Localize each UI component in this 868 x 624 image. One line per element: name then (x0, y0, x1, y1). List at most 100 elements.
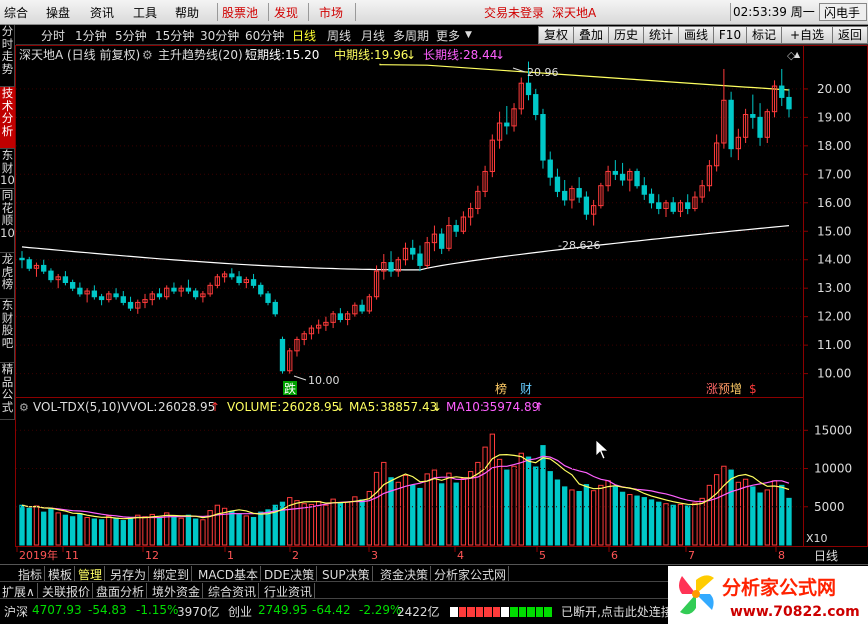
candle-body[interactable] (127, 301, 134, 309)
volume-bar[interactable] (315, 500, 322, 546)
volume-bar[interactable] (460, 477, 467, 546)
volume-bar[interactable] (627, 494, 633, 546)
candle-body[interactable] (41, 264, 47, 272)
volume-bar[interactable] (62, 514, 69, 546)
volume-bar[interactable] (48, 508, 54, 546)
volume-bar[interactable] (533, 466, 539, 546)
overlay-button[interactable]: 叠加 (573, 26, 609, 44)
candle-body[interactable] (120, 296, 126, 303)
volume-bar[interactable] (417, 487, 423, 546)
volume-bar[interactable] (453, 482, 459, 546)
volume-bar[interactable] (713, 474, 720, 546)
volume-bar[interactable] (735, 481, 742, 546)
volume-bar[interactable] (381, 461, 387, 546)
event-marker-yu[interactable]: 预 (718, 382, 730, 396)
candle-body[interactable] (272, 301, 278, 315)
event-marker-zeng[interactable]: 增 (730, 382, 742, 396)
volume-bar[interactable] (540, 445, 546, 546)
volume-bar[interactable] (301, 503, 307, 546)
mark-button[interactable]: 标记 (746, 26, 782, 44)
volume-bar[interactable] (562, 486, 568, 546)
volume-bar[interactable] (243, 515, 249, 546)
candle-body[interactable] (265, 293, 271, 303)
volume-bar[interactable] (19, 504, 25, 546)
candle-body[interactable] (670, 202, 676, 212)
volume-bar[interactable] (692, 502, 698, 546)
candle-body[interactable] (540, 114, 546, 161)
volume-bar[interactable] (656, 501, 662, 546)
candle-body[interactable] (453, 225, 459, 232)
candle-body[interactable] (504, 122, 510, 127)
volume-bar[interactable] (439, 483, 445, 546)
volume-bar[interactable] (113, 517, 119, 546)
volume-bar[interactable] (77, 513, 83, 546)
event-marker-die[interactable]: 跌 (284, 381, 296, 396)
volume-bar[interactable] (120, 520, 126, 546)
candle-body[interactable] (619, 173, 626, 181)
volume-bar[interactable] (677, 503, 684, 546)
menu-item-zonghe[interactable]: 综合 (4, 4, 28, 21)
volume-bar[interactable] (482, 446, 488, 546)
candle-body[interactable] (250, 279, 257, 286)
candle-body[interactable] (98, 296, 105, 301)
candle-body[interactable] (554, 176, 561, 192)
volume-bar[interactable] (69, 516, 76, 546)
adjust-button[interactable]: 复权 (538, 26, 574, 44)
volume-bar[interactable] (229, 510, 235, 546)
period-intraday[interactable]: 分时 (41, 27, 65, 44)
volume-bar[interactable] (511, 465, 517, 546)
volume-bar[interactable] (771, 480, 778, 546)
period-multi[interactable]: 多周期 (393, 27, 429, 44)
candle-body[interactable] (786, 96, 792, 110)
volume-bar[interactable] (98, 519, 105, 546)
volume-bar[interactable] (84, 516, 90, 546)
volume-bar[interactable] (33, 505, 40, 546)
volume-bar[interactable] (634, 495, 640, 546)
candle-body[interactable] (648, 193, 655, 204)
menu-item-zixun[interactable]: 资讯 (90, 4, 114, 21)
volume-bar[interactable] (721, 465, 727, 546)
period-60min[interactable]: 60分钟 (245, 27, 284, 44)
volume-bar[interactable] (467, 471, 474, 546)
volume-bar[interactable] (26, 507, 32, 546)
candle-body[interactable] (388, 262, 394, 272)
candle-body[interactable] (757, 116, 763, 138)
vol-settings-icon[interactable]: ⚙ (19, 401, 29, 414)
candle-body[interactable] (113, 293, 119, 298)
volume-bar[interactable] (612, 486, 619, 546)
period-1min[interactable]: 1分钟 (75, 27, 107, 44)
candle-body[interactable] (547, 159, 553, 178)
candle-body[interactable] (62, 276, 69, 284)
index-sh-label[interactable]: 沪深 (4, 603, 28, 620)
candle-body[interactable] (634, 170, 640, 187)
candle-body[interactable] (91, 290, 98, 298)
menu-item-discover[interactable]: 发现 (274, 4, 298, 21)
candle-body[interactable] (750, 114, 756, 118)
volume-bar[interactable] (106, 515, 112, 546)
volume-bar[interactable] (786, 497, 792, 546)
candle-body[interactable] (156, 293, 163, 298)
volume-bar[interactable] (142, 516, 148, 546)
menu-item-caopan[interactable]: 操盘 (46, 4, 70, 21)
candle-body[interactable] (525, 82, 532, 96)
draw-line-button[interactable]: 画线 (678, 26, 714, 44)
volume-bar[interactable] (554, 479, 561, 546)
candle-body[interactable] (279, 338, 286, 372)
volume-bar[interactable] (518, 452, 524, 546)
volume-bar[interactable] (728, 469, 734, 546)
volume-bar[interactable] (156, 516, 163, 546)
vol-indicator-name[interactable]: VOL-TDX(5,10) (33, 400, 121, 414)
volume-bar[interactable] (352, 496, 358, 546)
volume-bar[interactable] (185, 514, 192, 546)
menu-item-help[interactable]: 帮助 (175, 4, 199, 21)
volume-bar[interactable] (764, 489, 770, 546)
volume-bar[interactable] (323, 504, 329, 546)
candle-body[interactable] (583, 196, 590, 215)
candle-body[interactable] (359, 304, 365, 312)
candle-body[interactable] (533, 94, 539, 116)
volume-bar[interactable] (757, 492, 763, 546)
candle-body[interactable] (576, 188, 582, 198)
volume-bar[interactable] (598, 484, 604, 546)
f10-button[interactable]: F10 (713, 26, 747, 44)
volume-bar[interactable] (135, 514, 141, 546)
